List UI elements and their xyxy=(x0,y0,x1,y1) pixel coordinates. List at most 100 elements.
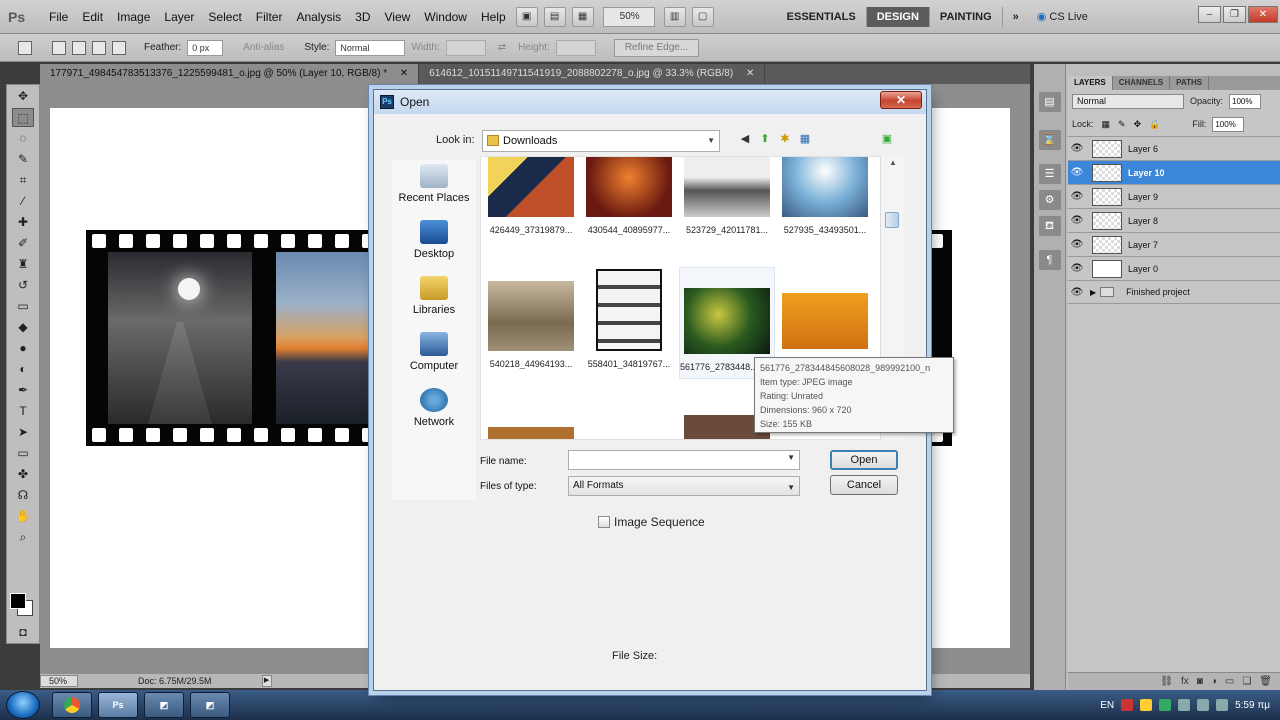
language-indicator[interactable]: EN xyxy=(1100,700,1114,711)
status-menu-icon[interactable]: ▶ xyxy=(261,675,272,687)
tab-paths[interactable]: PATHS xyxy=(1170,76,1210,90)
fill-input[interactable]: 100% xyxy=(1212,116,1245,132)
close-icon[interactable]: ✕ xyxy=(1248,6,1278,23)
trash-icon[interactable]: 🗑 xyxy=(1259,673,1272,690)
menu-analysis[interactable]: Analysis xyxy=(289,0,348,34)
foreground-color-swatch[interactable] xyxy=(10,593,26,609)
file-item[interactable]: 426449_37319879... xyxy=(483,157,579,235)
opacity-input[interactable]: 100% xyxy=(1229,93,1262,109)
fx-icon[interactable]: fx xyxy=(1181,673,1189,690)
mini-bridge-panel-icon[interactable]: ▤ xyxy=(1038,92,1061,112)
adjustments-panel-icon[interactable]: ☰ xyxy=(1038,164,1061,184)
height-input[interactable] xyxy=(555,39,596,56)
cs-live-button[interactable]: ◉ CS Live xyxy=(1037,10,1088,24)
move-tool-icon[interactable]: ✥ xyxy=(12,87,34,106)
image-sequence-option[interactable]: Image Sequence xyxy=(598,515,705,529)
lock-image-icon[interactable]: ✎ xyxy=(1118,119,1126,130)
dodge-tool-icon[interactable]: ◐ xyxy=(12,360,34,379)
volume-icon[interactable] xyxy=(1216,699,1229,711)
style-select[interactable]: Normal xyxy=(335,39,406,56)
styles-panel-icon[interactable]: ⚙ xyxy=(1038,190,1061,210)
layer-row[interactable]: 👁 Layer 9 xyxy=(1068,184,1280,208)
layer-row[interactable]: 👁 Layer 6 xyxy=(1068,136,1280,160)
scroll-thumb[interactable] xyxy=(885,212,899,228)
mini-bridge-icon[interactable]: ▤ xyxy=(543,6,566,27)
marquee-tool-icon[interactable]: ⬚ xyxy=(12,108,34,127)
paragraph-panel-icon[interactable]: ¶ xyxy=(1038,250,1061,270)
quick-selection-icon[interactable]: ✎ xyxy=(12,150,34,169)
tab-document-1[interactable]: 177971_498454783513376_1225599481_o.jpg … xyxy=(40,64,420,84)
clone-stamp-icon[interactable]: ♜ xyxy=(12,255,34,274)
3d-orbit-icon[interactable]: ☊ xyxy=(12,486,34,505)
marquee-tool-icon[interactable] xyxy=(18,40,32,55)
image-sequence-checkbox[interactable] xyxy=(598,516,610,528)
new-group-icon[interactable]: ▭ xyxy=(1225,673,1234,690)
file-item[interactable] xyxy=(483,427,579,439)
workspace-design[interactable]: DESIGN xyxy=(866,6,930,27)
file-item[interactable]: 558401_34819767... xyxy=(581,269,677,369)
3d-rotate-icon[interactable]: ✤ xyxy=(12,465,34,484)
eye-icon[interactable]: 👁 xyxy=(1068,191,1086,202)
paint-bucket-icon[interactable]: ◆ xyxy=(12,318,34,337)
crop-tool-icon[interactable]: ⌗ xyxy=(12,171,34,190)
tab-document-2[interactable]: 614612_10151149711541919_2088802278_o.jp… xyxy=(419,64,766,84)
lock-transparent-icon[interactable]: ▦ xyxy=(1102,119,1111,130)
lock-position-icon[interactable]: ✥ xyxy=(1134,119,1142,130)
files-of-type-select[interactable]: All Formats ▼ xyxy=(568,476,800,496)
tray-icon[interactable] xyxy=(1159,699,1172,711)
new-selection-icon[interactable] xyxy=(52,40,66,55)
eye-icon[interactable]: 👁 xyxy=(1068,143,1086,154)
layer-group-row[interactable]: 👁 ▶ Finished project xyxy=(1068,280,1280,304)
place-desktop[interactable]: Desktop xyxy=(392,216,476,272)
close-tab-icon[interactable]: ✕ xyxy=(746,68,754,79)
menu-layer[interactable]: Layer xyxy=(157,0,201,34)
layer-row[interactable]: 👁 Layer 7 xyxy=(1068,232,1280,256)
tray-icon[interactable] xyxy=(1140,699,1153,711)
add-selection-icon[interactable] xyxy=(72,40,86,55)
menu-window[interactable]: Window xyxy=(417,0,474,34)
workspace-more[interactable]: » xyxy=(1003,7,1029,27)
lock-all-icon[interactable]: 🔒 xyxy=(1149,119,1160,130)
scroll-up-icon[interactable]: ▲ xyxy=(881,156,905,170)
back-icon[interactable]: ◀ xyxy=(738,132,752,146)
pen-tool-icon[interactable]: ✒ xyxy=(12,381,34,400)
eraser-icon[interactable]: ▭ xyxy=(12,297,34,316)
place-network[interactable]: Network xyxy=(392,384,476,440)
new-layer-icon[interactable]: ❏ xyxy=(1242,673,1251,690)
app-taskbar-icon-2[interactable]: ◩ xyxy=(190,692,230,718)
subtract-selection-icon[interactable] xyxy=(92,40,106,55)
menu-file[interactable]: File xyxy=(42,0,75,34)
feather-input[interactable]: 0 px xyxy=(187,39,224,56)
quick-mask-icon[interactable]: ◘ xyxy=(12,623,34,642)
layer-row[interactable]: 👁 Layer 0 xyxy=(1068,256,1280,280)
tray-icon[interactable] xyxy=(1178,699,1191,711)
zoom-level-select[interactable]: 50% xyxy=(602,6,655,27)
arrange-documents-icon[interactable]: ▥ xyxy=(663,6,686,27)
eyedropper-icon[interactable]: ⁄ xyxy=(12,192,34,211)
blend-mode-select[interactable]: Normal xyxy=(1072,93,1184,109)
hand-tool-icon[interactable]: ✋ xyxy=(12,507,34,526)
chevron-down-icon[interactable]: ▼ xyxy=(787,453,795,462)
clock[interactable]: 5:59 πμ xyxy=(1235,700,1270,711)
tab-channels[interactable]: CHANNELS xyxy=(1113,76,1171,90)
tab-layers[interactable]: LAYERS xyxy=(1068,76,1113,90)
network-icon[interactable] xyxy=(1197,699,1210,711)
lasso-tool-icon[interactable]: ◌ xyxy=(12,129,34,148)
expand-arrow-icon[interactable]: ▶ xyxy=(1090,288,1096,297)
eye-icon[interactable]: 👁 xyxy=(1068,215,1086,226)
open-button[interactable]: Open xyxy=(830,450,898,470)
workspace-essentials[interactable]: ESSENTIALS xyxy=(777,6,867,27)
place-recent-places[interactable]: Recent Places xyxy=(392,160,476,216)
menu-3d[interactable]: 3D xyxy=(348,0,377,34)
eye-icon[interactable]: 👁 xyxy=(1068,167,1086,178)
workspace-painting[interactable]: PAINTING xyxy=(930,6,1003,27)
shape-tool-icon[interactable]: ▭ xyxy=(12,444,34,463)
menu-select[interactable]: Select xyxy=(201,0,248,34)
photoshop-taskbar-icon[interactable]: Ps xyxy=(98,692,138,718)
layer-row[interactable]: 👁 Layer 8 xyxy=(1068,208,1280,232)
layer-row-selected[interactable]: 👁 Layer 10 xyxy=(1068,160,1280,184)
antialias-checkbox[interactable]: Anti-alias xyxy=(243,42,284,53)
menu-filter[interactable]: Filter xyxy=(249,0,290,34)
bridge-icon[interactable]: ▣ xyxy=(880,132,894,146)
history-brush-icon[interactable]: ↺ xyxy=(12,276,34,295)
